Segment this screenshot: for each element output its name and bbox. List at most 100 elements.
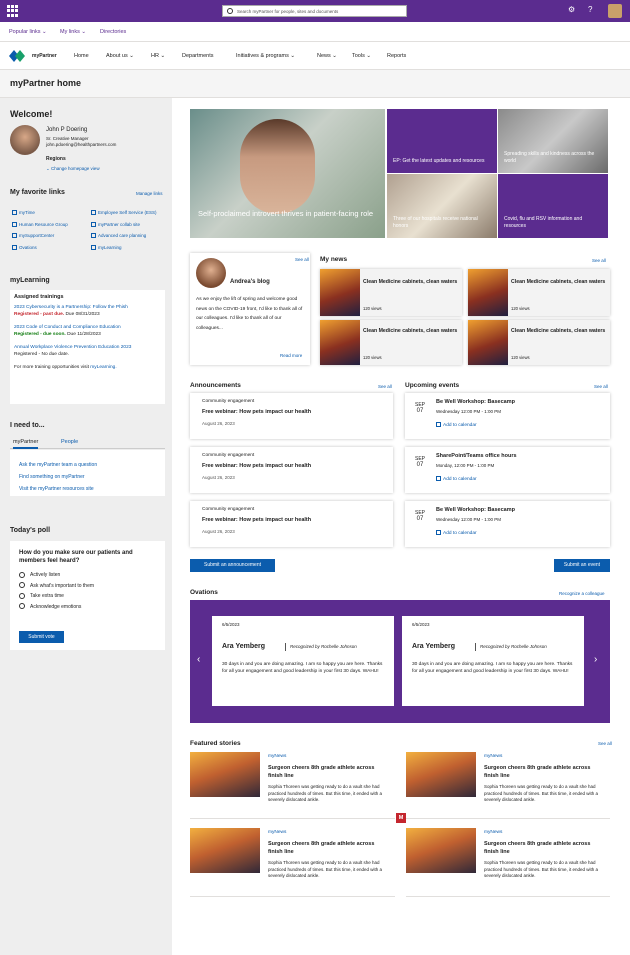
submit-event-button[interactable]: Submit an event — [554, 559, 610, 572]
announcement-category: Community engagement — [202, 453, 255, 458]
news-item[interactable]: Clean Medicine cabinets, clean waters 12… — [468, 320, 610, 365]
profile-photo — [10, 125, 40, 155]
fav-link[interactable]: Advanced care planning — [91, 230, 157, 242]
fav-link[interactable]: myLearning — [91, 242, 157, 254]
help-icon[interactable]: ? — [588, 5, 592, 14]
blog-read-more[interactable]: Read more — [280, 353, 302, 358]
favorites-heading: My favorite links — [10, 189, 65, 196]
poll-option[interactable]: Ask what's important to them — [19, 581, 156, 592]
training-link[interactable]: Annual Workplace Violence Prevention Edu… — [14, 344, 161, 351]
radio-button[interactable] — [19, 603, 25, 610]
add-to-calendar-link[interactable]: Add to calendar — [436, 422, 477, 428]
add-to-calendar-link[interactable]: Add to calendar — [436, 530, 477, 536]
radio-button[interactable] — [19, 582, 25, 589]
training-link[interactable]: 2023 Code of Conduct and Compliance Educ… — [14, 324, 161, 331]
nav-about-us[interactable]: About us ⌄ — [106, 53, 134, 59]
hero-tile[interactable]: Spreading skills and kindness across the… — [498, 109, 608, 173]
hub-nav-my-links[interactable]: My links ⌄ — [60, 29, 86, 35]
settings-icon[interactable]: ⚙ — [568, 5, 575, 14]
radio-button[interactable] — [19, 592, 25, 599]
story-source[interactable]: myNews — [484, 830, 502, 835]
mylearning-link[interactable]: myLearning. — [90, 365, 116, 370]
news-views: 120 views — [511, 355, 530, 360]
news-title: Clean Medicine cabinets, clean waters — [511, 279, 606, 285]
featured-see-all[interactable]: See all — [598, 741, 612, 746]
poll-option[interactable]: Take extra time — [19, 591, 156, 602]
search-box[interactable]: Search myPartner for people, sites and d… — [222, 5, 407, 17]
announcement-item[interactable]: Community engagement Free webinar: How p… — [190, 501, 393, 547]
user-avatar[interactable] — [608, 4, 622, 18]
fav-link[interactable]: mySupportCenter — [12, 230, 68, 242]
site-logo-icon[interactable] — [9, 50, 25, 62]
events-see-all[interactable]: See all — [594, 384, 608, 389]
hero-tile[interactable]: Covid, flu and RSV information and resou… — [498, 174, 608, 238]
announcements-see-all[interactable]: See all — [378, 384, 392, 389]
hero-tile[interactable]: EP: Get the latest updates and resources — [387, 109, 497, 173]
ineed-link[interactable]: Ask the myPartner team a question — [19, 459, 156, 471]
story-body: Sophia Thoreen was getting ready to do a… — [484, 784, 599, 802]
change-homepage-link[interactable]: ⌄ Change homepage view — [46, 166, 100, 172]
hub-nav-popular-links[interactable]: Popular links ⌄ — [9, 29, 47, 35]
training-status: Registered — [14, 352, 38, 357]
fav-link[interactable]: Human Resource Group — [12, 219, 68, 231]
ineed-link[interactable]: Find something on myPartner — [19, 471, 156, 483]
assigned-trainings-label: Assigned trainings — [14, 294, 64, 300]
search-icon — [227, 8, 233, 14]
site-name[interactable]: myPartner — [32, 53, 57, 59]
training-due: Due 08/31/2023 — [65, 312, 100, 317]
carousel-prev-icon[interactable]: ‹ — [197, 654, 200, 665]
event-item[interactable]: SEP 07 Be Well Workshop: Basecamp Wednesd… — [405, 393, 610, 439]
news-see-all[interactable]: See all — [592, 258, 606, 263]
news-item[interactable]: Clean Medicine cabinets, clean waters 12… — [468, 269, 610, 316]
ovation-card[interactable]: 6/5/2023 Ara Yemberg Recognized by Roche… — [212, 616, 394, 706]
hero-tile[interactable]: Three of our hospitals receive national … — [387, 174, 497, 238]
manage-links-link[interactable]: Manage links — [136, 191, 163, 196]
link-icon — [91, 233, 96, 239]
event-time: Wednesday 12:00 PM - 1:00 PM — [436, 409, 501, 414]
carousel-next-icon[interactable]: › — [594, 654, 597, 665]
fav-link[interactable]: Ovations — [12, 242, 68, 254]
training-link[interactable]: 2023 Cybersecurity is a Partnership: Fol… — [14, 304, 161, 311]
hero-photo — [240, 119, 315, 214]
announcement-item[interactable]: Community engagement Free webinar: How p… — [190, 447, 393, 493]
blog-see-all[interactable]: See all — [295, 257, 309, 262]
nav-news[interactable]: News ⌄ — [317, 53, 337, 59]
nav-tools[interactable]: Tools ⌄ — [352, 53, 371, 59]
ineed-link[interactable]: Visit the myPartner resources site — [19, 483, 156, 495]
nav-reports[interactable]: Reports — [387, 53, 406, 59]
nav-initiatives[interactable]: Initiatives & programs ⌄ — [236, 53, 295, 59]
app-launcher-icon[interactable] — [7, 5, 19, 17]
event-item[interactable]: SEP 07 Be Well Workshop: Basecamp Wednesd… — [405, 501, 610, 547]
radio-button[interactable] — [19, 571, 25, 578]
story-source[interactable]: myNews — [268, 830, 286, 835]
news-item[interactable]: Clean Medicine cabinets, clean waters 12… — [320, 269, 462, 316]
story-source[interactable]: myNews — [484, 754, 502, 759]
nav-home[interactable]: Home — [74, 53, 89, 59]
fav-link[interactable]: myPartner collab site — [91, 219, 157, 231]
news-item[interactable]: Clean Medicine cabinets, clean waters 12… — [320, 320, 462, 365]
hero-main[interactable]: Self-proclaimed introvert thrives in pat… — [190, 109, 385, 238]
fav-link[interactable]: myTime — [12, 207, 68, 219]
mylearning-heading: myLearning — [10, 277, 50, 284]
story-source[interactable]: myNews — [268, 754, 286, 759]
app-badge[interactable]: M — [396, 813, 406, 823]
nav-hr[interactable]: HR ⌄ — [151, 53, 165, 59]
tab-people[interactable]: People — [61, 439, 78, 445]
hub-nav-directories[interactable]: Directories — [100, 29, 126, 35]
event-time: Wednesday 12:00 PM - 1:00 PM — [436, 517, 501, 522]
training-footer: For more training opportunities visit my… — [14, 365, 117, 370]
submit-announcement-button[interactable]: Submit an announcement — [190, 559, 275, 572]
event-item[interactable]: SEP 07 SharePoint/Teams office hours Mond… — [405, 447, 610, 493]
add-to-calendar-link[interactable]: Add to calendar — [436, 476, 477, 482]
ovation-card[interactable]: 6/5/2023 Ara Yemberg Recognized by Roche… — [402, 616, 584, 706]
recognize-colleague-link[interactable]: Recognize a colleague — [559, 591, 605, 596]
submit-vote-button[interactable]: Submit vote — [19, 631, 64, 643]
poll-option[interactable]: Acknowledge emotions — [19, 602, 156, 613]
page-title-bar: myPartner home — [0, 70, 630, 98]
nav-departments[interactable]: Departments — [182, 53, 214, 59]
ovations-heading: Ovations — [190, 589, 218, 596]
tab-mypartner[interactable]: myPartner — [13, 439, 39, 449]
fav-link[interactable]: Employee Self Service (ESS) — [91, 207, 157, 219]
poll-option[interactable]: Actively listen — [19, 570, 156, 581]
announcement-item[interactable]: Community engagement Free webinar: How p… — [190, 393, 393, 439]
